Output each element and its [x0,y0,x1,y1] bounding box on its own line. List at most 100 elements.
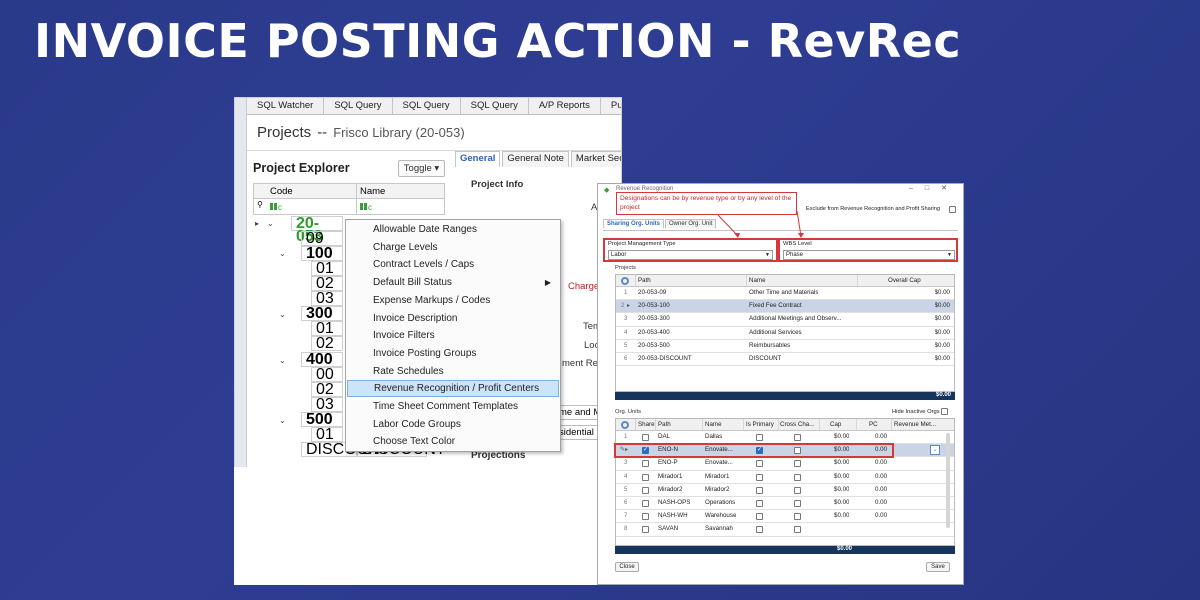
tab-sql-watcher[interactable]: SQL Watcher [247,98,325,115]
share-checkbox[interactable] [642,499,649,507]
primary-checkbox[interactable] [756,486,763,494]
gear-icon[interactable] [621,421,629,429]
tab-purchase[interactable]: Purchase [601,98,621,115]
tab-ap-reports[interactable]: A/P Reports [529,98,601,115]
wbs-level-select[interactable]: Phase ▼ [783,250,955,260]
primary-checkbox[interactable] [756,473,763,481]
menu-item-contract-levels[interactable]: Contract Levels / Caps [347,256,559,273]
tree-node[interactable]: 02 [311,336,343,352]
primary-checkbox[interactable] [756,526,763,534]
tab-sql-query-3[interactable]: SQL Query [461,98,529,115]
menu-item-rate-schedules[interactable]: Rate Schedules [347,363,559,380]
scrollbar[interactable] [946,433,950,528]
table-row[interactable]: 4 20-053-400 Additional Services $0.00 [616,327,954,340]
table-row[interactable]: 5 20-053-500 Reimbursables $0.00 [616,340,954,353]
tree-node[interactable]: 02 [311,382,343,398]
table-row[interactable]: 5 Mirador2 Mirador2 $0.00 0.00 [616,484,954,497]
primary-checkbox[interactable] [756,434,763,441]
col-name[interactable]: Name [749,277,766,284]
tree-node-root[interactable]: 20-053 [291,216,343,245]
table-row[interactable]: 4 Mirador1 Mirador1 $0.00 0.00 [616,471,954,484]
table-row[interactable]: 6 NASH-OPS Operations $0.00 0.00 [616,497,954,511]
tree-node[interactable]: 01 [311,261,343,277]
collapse-icon[interactable]: ⌄ [279,416,286,425]
cross-charge-checkbox[interactable] [794,434,801,441]
menu-item-default-bill-status[interactable]: Default Bill Status ▶ [347,274,559,291]
tree-node[interactable]: 00 [311,367,343,383]
menu-item-allowable-date-ranges[interactable]: Allowable Date Ranges [347,221,559,238]
share-checkbox[interactable] [642,460,649,468]
col-path[interactable]: Path [658,421,671,428]
tree-node[interactable]: 01 [311,427,343,443]
field-value-fragment[interactable]: sidential [555,425,598,440]
tree-node[interactable]: 300 [301,306,343,322]
filter-name-icon[interactable]: c [360,202,374,211]
collapse-icon[interactable]: ⌄ [279,310,286,319]
col-share[interactable]: Share [638,421,655,428]
share-checkbox[interactable] [642,473,649,481]
primary-checkbox[interactable] [756,499,763,507]
tree-node[interactable]: 03 [311,397,343,413]
table-row[interactable]: 7 NASH-WH Warehouse $0.00 0.00 [616,510,954,524]
hide-inactive-checkbox[interactable] [941,408,949,415]
revenue-method-dropdown[interactable]: ⌄ [930,445,940,456]
menu-item-time-sheet-comment-templates[interactable]: Time Sheet Comment Templates [347,398,559,415]
table-row[interactable]: 6 20-053-DISCOUNT DISCOUNT $0.00 [616,353,954,367]
cross-charge-checkbox[interactable] [794,499,801,507]
menu-item-invoice-posting-groups[interactable]: Invoice Posting Groups [347,345,559,362]
collapse-icon[interactable]: ⌄ [279,356,286,365]
menu-item-revenue-recognition[interactable]: Revenue Recognition / Profit Centers [347,380,559,398]
share-checkbox[interactable] [642,434,649,441]
tree-node[interactable]: 09 [301,231,343,247]
toggle-button[interactable]: Toggle ▾ [398,160,445,177]
col-name[interactable]: Name [360,186,385,197]
col-pc[interactable]: PC [869,421,878,428]
tree-node[interactable]: 500 [301,412,343,428]
share-checkbox[interactable] [642,513,649,521]
menu-item-expense-markups[interactable]: Expense Markups / Codes [347,292,559,309]
primary-checkbox[interactable] [756,460,763,468]
menu-item-choose-text-color[interactable]: Choose Text Color [347,433,559,450]
col-overall-cap[interactable]: Overall Cap [888,277,921,284]
col-name[interactable]: Name [705,421,722,428]
table-row[interactable]: 3 20-053-300 Additional Meetings and Obs… [616,313,954,327]
share-checkbox[interactable] [642,526,649,534]
menu-item-invoice-description[interactable]: Invoice Description [347,310,559,327]
primary-checkbox[interactable] [756,513,763,521]
tree-node[interactable]: 02 [311,276,343,292]
menu-item-charge-levels[interactable]: Charge Levels [347,239,559,256]
collapse-icon[interactable]: ⌄ [279,249,286,258]
col-is-primary[interactable]: Is Primary [746,421,774,428]
table-row[interactable]: 3 ENO-P Enovate... $0.00 0.00 [616,457,954,471]
tab-market-sector[interactable]: Market Secto [570,151,621,167]
menu-item-labor-code-groups[interactable]: Labor Code Groups [347,416,559,433]
cross-charge-checkbox[interactable] [794,526,801,534]
table-row-selected[interactable]: 2 ▸ 20-053-100 Fixed Fee Contract $0.00 [616,300,954,314]
tree-node[interactable]: 03 [311,291,343,307]
tab-sql-query-2[interactable]: SQL Query [393,98,461,115]
col-cap[interactable]: Cap [830,421,841,428]
tree-node[interactable]: 01 [311,321,343,337]
col-code[interactable]: Code [270,186,293,197]
pm-type-select[interactable]: Labor ▼ [608,250,773,260]
cross-charge-checkbox[interactable] [794,460,801,468]
tab-general-note[interactable]: General Note [502,151,569,167]
tree-node[interactable]: 400 [301,352,343,368]
close-button[interactable]: Close [615,562,639,572]
tab-general[interactable]: General [455,151,501,167]
gear-icon[interactable] [621,277,629,285]
col-cross-charge[interactable]: Cross Cha... [780,421,818,428]
tree-node[interactable]: 100 [301,246,343,262]
tab-sql-query-1[interactable]: SQL Query [324,98,393,115]
col-path[interactable]: Path [638,277,651,284]
table-row[interactable]: 1 20-053-09 Other Time and Materials $0.… [616,287,954,301]
collapse-icon[interactable]: ⌄ [267,219,274,228]
menu-item-invoice-filters[interactable]: Invoice Filters [347,327,559,344]
share-checkbox[interactable] [642,486,649,494]
table-row[interactable]: 8 SAVAN Savannah [616,523,954,537]
cross-charge-checkbox[interactable] [794,513,801,521]
filter-code-icon[interactable]: c [270,202,284,211]
cross-charge-checkbox[interactable] [794,473,801,481]
save-button[interactable]: Save [926,562,950,572]
col-revenue-method[interactable]: Revenue Met... [894,421,942,428]
